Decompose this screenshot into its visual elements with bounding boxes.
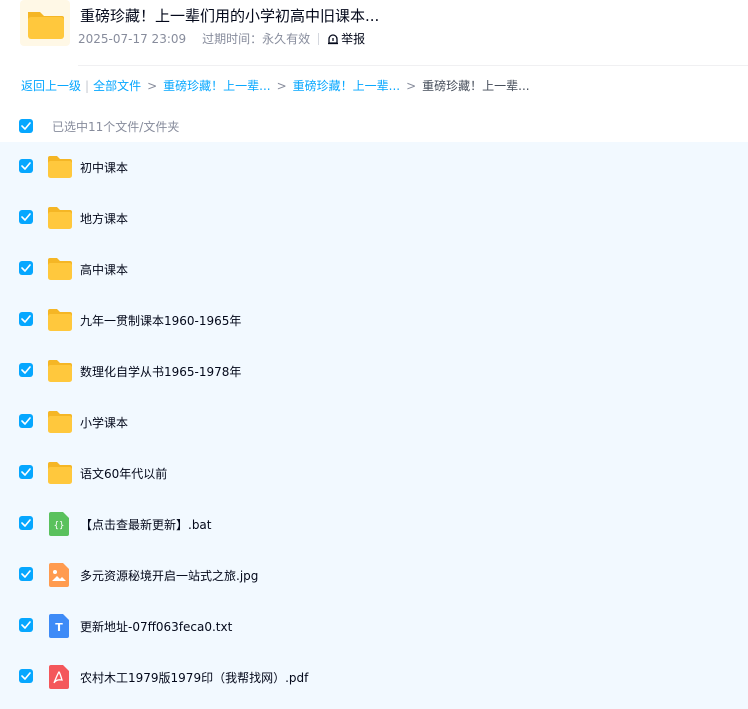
- share-meta: 2025-07-17 23:09 过期时间： 永久有效 举报: [78, 30, 365, 47]
- folder-icon: [48, 462, 72, 484]
- check-icon: [21, 162, 31, 170]
- item-checkbox[interactable]: [19, 465, 33, 479]
- item-checkbox[interactable]: [19, 516, 33, 530]
- pdf-file-icon: [49, 665, 69, 689]
- list-item[interactable]: {} 【点击查最新更新】.bat: [0, 499, 748, 550]
- item-checkbox[interactable]: [19, 312, 33, 326]
- breadcrumb-level1[interactable]: 重磅珍藏！上一辈...: [163, 77, 270, 94]
- breadcrumb-separator: |: [85, 78, 90, 93]
- file-list: 初中课本 地方课本 高中课本 九年一贯制课本1960-1965年 数理化自学从书…: [0, 142, 748, 709]
- check-icon: [21, 519, 31, 527]
- back-link[interactable]: 返回上一级: [21, 77, 81, 94]
- share-date: 2025-07-17 23:09: [78, 31, 187, 46]
- meta-divider: [318, 32, 320, 45]
- file-name[interactable]: 多元资源秘境开启一站式之旅.jpg: [80, 567, 258, 584]
- check-icon: [21, 621, 31, 629]
- check-icon: [21, 213, 31, 221]
- share-title: 重磅珍藏！上一辈们用的小学初高中旧课本...: [80, 7, 380, 25]
- item-checkbox[interactable]: [19, 669, 33, 683]
- folder-icon: [48, 360, 72, 382]
- item-checkbox[interactable]: [19, 414, 33, 428]
- file-name[interactable]: 【点击查最新更新】.bat: [80, 516, 212, 533]
- svg-text:T: T: [55, 621, 63, 634]
- folder-icon: [48, 258, 72, 280]
- folder-icon: [20, 0, 70, 46]
- item-checkbox[interactable]: [19, 567, 33, 581]
- svg-text:{}: {}: [54, 521, 65, 531]
- breadcrumb-current: 重磅珍藏！上一辈...: [422, 79, 530, 93]
- select-all-bar: 已选中11个文件/文件夹: [0, 112, 748, 140]
- folder-icon: [48, 309, 72, 331]
- file-name[interactable]: 初中课本: [80, 159, 128, 176]
- report-icon: [328, 33, 339, 44]
- list-item[interactable]: T 更新地址-07ff063feca0.txt: [0, 601, 748, 652]
- header-divider: [78, 65, 748, 66]
- file-name[interactable]: 更新地址-07ff063feca0.txt: [80, 618, 232, 635]
- file-name[interactable]: 地方课本: [80, 210, 128, 227]
- list-item[interactable]: 数理化自学从书1965-1978年: [0, 346, 748, 397]
- check-icon: [21, 417, 31, 425]
- check-icon: [21, 672, 31, 680]
- list-item[interactable]: 高中课本: [0, 244, 748, 295]
- file-name[interactable]: 数理化自学从书1965-1978年: [80, 363, 241, 380]
- file-name[interactable]: 农村木工1979版1979印（我帮找网）.pdf: [80, 669, 308, 686]
- report-label: 举报: [341, 32, 366, 46]
- selection-count: 已选中11个文件/文件夹: [52, 120, 180, 134]
- file-name[interactable]: 小学课本: [80, 414, 128, 431]
- check-icon: [21, 570, 31, 578]
- item-checkbox[interactable]: [19, 159, 33, 173]
- file-name[interactable]: 语文60年代以前: [80, 465, 167, 482]
- report-button[interactable]: 举报: [327, 30, 365, 47]
- expire-value: 永久有效: [262, 32, 311, 46]
- list-item[interactable]: 语文60年代以前: [0, 448, 748, 499]
- image-file-icon: [49, 563, 69, 587]
- folder-icon: [48, 207, 72, 229]
- folder-icon: [48, 156, 72, 178]
- check-icon: [21, 468, 31, 476]
- check-icon: [21, 264, 31, 272]
- breadcrumb-all-files[interactable]: 全部文件: [93, 77, 141, 94]
- code-file-icon: {}: [49, 512, 69, 536]
- list-item[interactable]: 九年一贯制课本1960-1965年: [0, 295, 748, 346]
- folder-icon: [48, 411, 72, 433]
- check-icon: [21, 366, 31, 374]
- list-item[interactable]: 地方课本: [0, 193, 748, 244]
- breadcrumb: 返回上一级 | 全部文件 > 重磅珍藏！上一辈... > 重磅珍藏！上一辈...…: [21, 77, 530, 94]
- file-name[interactable]: 九年一贯制课本1960-1965年: [80, 312, 241, 329]
- check-icon: [21, 315, 31, 323]
- breadcrumb-arrow: >: [147, 78, 158, 93]
- list-item[interactable]: 农村木工1979版1979印（我帮找网）.pdf: [0, 652, 748, 703]
- breadcrumb-arrow: >: [406, 78, 417, 93]
- share-header: 重磅珍藏！上一辈们用的小学初高中旧课本... 2025-07-17 23:09 …: [0, 0, 748, 66]
- text-file-icon: T: [49, 614, 69, 638]
- item-checkbox[interactable]: [19, 618, 33, 632]
- item-checkbox[interactable]: [19, 210, 33, 224]
- select-all-checkbox[interactable]: [19, 119, 33, 133]
- expire-label: 过期时间：: [202, 32, 263, 46]
- check-icon: [21, 122, 31, 130]
- breadcrumb-level2[interactable]: 重磅珍藏！上一辈...: [293, 77, 400, 94]
- list-item[interactable]: 小学课本: [0, 397, 748, 448]
- breadcrumb-arrow: >: [276, 78, 287, 93]
- list-item[interactable]: 初中课本: [0, 142, 748, 193]
- list-item[interactable]: 多元资源秘境开启一站式之旅.jpg: [0, 550, 748, 601]
- file-name[interactable]: 高中课本: [80, 261, 128, 278]
- item-checkbox[interactable]: [19, 363, 33, 377]
- item-checkbox[interactable]: [19, 261, 33, 275]
